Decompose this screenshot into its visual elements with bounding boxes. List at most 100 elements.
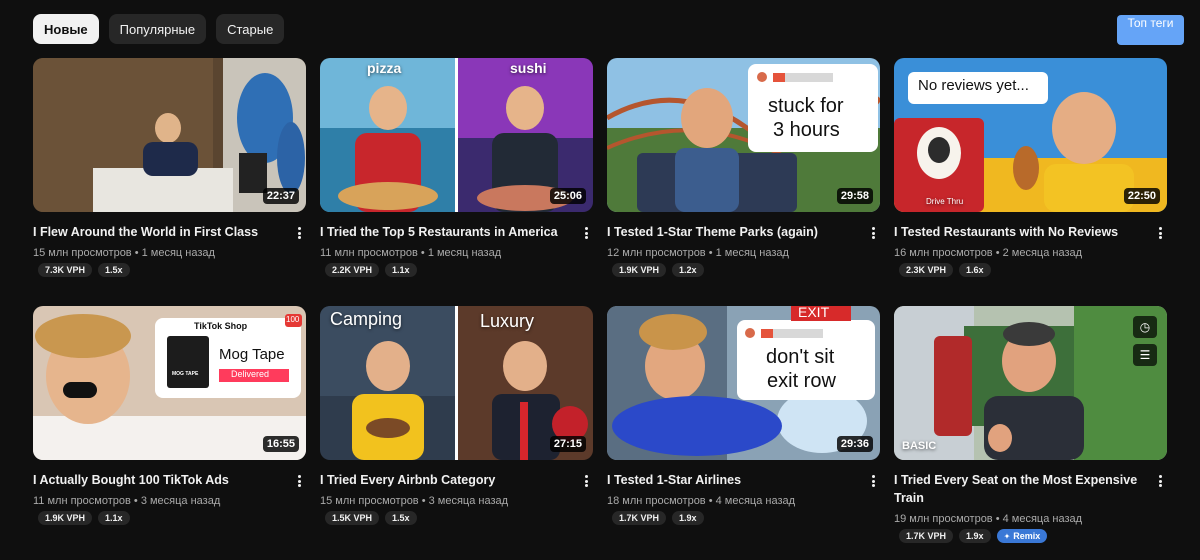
clock-icon[interactable]: ◷ xyxy=(1133,316,1157,338)
ratio-badge: 1.5x xyxy=(385,511,417,525)
video-title[interactable]: I Actually Bought 100 TikTok Ads xyxy=(33,471,278,489)
more-options-icon[interactable] xyxy=(581,224,591,242)
view-count: 11 млн просмотров xyxy=(33,495,131,507)
video-thumbnail[interactable]: stuck for 3 hours 29:58 xyxy=(607,58,880,212)
more-options-icon[interactable] xyxy=(581,472,591,490)
video-title[interactable]: I Tested 1-Star Airlines xyxy=(607,471,852,489)
ratio-badge: 1.2x xyxy=(672,263,704,277)
stats-badges: 1.5K VPH 1.5x xyxy=(325,511,417,525)
more-options-icon[interactable] xyxy=(294,472,304,490)
overlay-label-right: sushi xyxy=(510,60,547,76)
stats-badges: 7.3K VPH 1.5x xyxy=(38,263,130,277)
overlay-basic: BASIC xyxy=(902,440,937,452)
stats-badges: 1.9K VPH 1.1x xyxy=(38,511,130,525)
overlay-count: 100 xyxy=(286,315,300,324)
chip-old[interactable]: Старые xyxy=(216,14,285,44)
video-meta: 18 млн просмотров • 4 месяца назад xyxy=(607,495,796,507)
video-title[interactable]: I Tried Every Seat on the Most Expensive… xyxy=(894,471,1139,507)
video-card[interactable]: 22:37 I Flew Around the World in First C… xyxy=(33,58,306,277)
upload-age: 1 месяц назад xyxy=(141,247,215,259)
vph-badge: 7.3K VPH xyxy=(38,263,93,277)
overlay-line-1: stuck for xyxy=(768,95,844,117)
vph-badge: 1.7K VPH xyxy=(899,529,954,543)
vph-badge: 2.2K VPH xyxy=(325,263,380,277)
view-count: 16 млн просмотров xyxy=(894,247,993,259)
upload-age: 4 месяца назад xyxy=(1002,513,1083,525)
upload-age: 1 месяц назад xyxy=(715,247,789,259)
ratio-badge: 1.6x xyxy=(959,263,991,277)
upload-age: 3 месяца назад xyxy=(140,495,221,507)
video-card[interactable]: TikTok Shop Mog Tape Delivered 100 MOG T… xyxy=(33,306,306,525)
more-options-icon[interactable] xyxy=(1155,224,1165,242)
top-tags-button[interactable]: Топ теги xyxy=(1117,15,1184,45)
overlay-line-1: don't sit xyxy=(766,346,835,368)
more-options-icon[interactable] xyxy=(294,224,304,242)
video-card[interactable]: ◷ ☰ BASIC I Tried Every Seat on the Most… xyxy=(894,306,1167,543)
overlay-line-2: 3 hours xyxy=(773,119,840,141)
stats-badges: 1.9K VPH 1.2x xyxy=(612,263,704,277)
video-meta: 19 млн просмотров • 4 месяца назад xyxy=(894,513,1083,525)
more-options-icon[interactable] xyxy=(1155,472,1165,490)
video-thumbnail[interactable]: No reviews yet... Drive Thru 22:50 xyxy=(894,58,1167,212)
view-count: 11 млн просмотров xyxy=(320,247,418,259)
ratio-badge: 1.1x xyxy=(98,511,130,525)
upload-age: 2 месяца назад xyxy=(1002,247,1083,259)
more-options-icon[interactable] xyxy=(868,472,878,490)
chip-new[interactable]: Новые xyxy=(33,14,99,44)
stats-badges: 1.7K VPH 1.9x xyxy=(612,511,704,525)
remix-button[interactable]: ✦ Remix xyxy=(996,529,1048,543)
vph-badge: 1.5K VPH xyxy=(325,511,380,525)
video-title[interactable]: I Tried the Top 5 Restaurants in America xyxy=(320,223,565,241)
video-duration: 25:06 xyxy=(549,188,586,204)
video-meta: 16 млн просмотров • 2 месяца назад xyxy=(894,247,1083,259)
upload-age: 3 месяца назад xyxy=(428,495,509,507)
more-options-icon[interactable] xyxy=(868,224,878,242)
video-duration: 27:15 xyxy=(549,436,586,452)
video-title[interactable]: I Tested 1-Star Theme Parks (again) xyxy=(607,223,852,241)
view-count: 15 млн просмотров xyxy=(320,495,419,507)
video-card[interactable]: No reviews yet... Drive Thru 22:50 I Tes… xyxy=(894,58,1167,277)
remix-icon: ✦ xyxy=(1003,531,1011,541)
overlay-delivered: Delivered xyxy=(231,369,270,379)
video-duration: 22:37 xyxy=(262,188,299,204)
video-card[interactable]: EXIT don't sit exit row 29:36 I Tested 1… xyxy=(607,306,880,525)
overlay-camping: Camping xyxy=(330,309,403,329)
ratio-badge: 1.9x xyxy=(959,529,991,543)
vph-badge: 1.9K VPH xyxy=(612,263,667,277)
video-thumbnail[interactable]: pizza sushi 25:06 xyxy=(320,58,593,212)
overlay-product-label: MOG TAPE xyxy=(172,371,199,377)
chip-popular[interactable]: Популярные xyxy=(108,14,207,44)
view-count: 19 млн просмотров xyxy=(894,513,993,525)
video-meta: 15 млн просмотров • 3 месяца назад xyxy=(320,495,509,507)
overlay-luxury: Luxury xyxy=(480,311,535,331)
remix-label: Remix xyxy=(1013,531,1041,541)
overlay-label-left: pizza xyxy=(367,60,402,76)
ratio-badge: 1.5x xyxy=(98,263,130,277)
video-thumbnail[interactable]: TikTok Shop Mog Tape Delivered 100 MOG T… xyxy=(33,306,306,460)
video-meta: 15 млн просмотров • 1 месяц назад xyxy=(33,247,215,259)
vph-badge: 1.7K VPH xyxy=(612,511,667,525)
stats-badges: 2.3K VPH 1.6x xyxy=(899,263,991,277)
vph-badge: 1.9K VPH xyxy=(38,511,93,525)
vph-badge: 2.3K VPH xyxy=(899,263,954,277)
video-thumbnail[interactable]: Camping Luxury 27:15 xyxy=(320,306,593,460)
video-duration: 29:36 xyxy=(836,436,873,452)
video-card[interactable]: pizza sushi 25:06 I Tried the Top 5 Rest… xyxy=(320,58,593,277)
video-title[interactable]: I Tested Restaurants with No Reviews xyxy=(894,223,1139,241)
view-count: 18 млн просмотров xyxy=(607,495,706,507)
ratio-badge: 1.1x xyxy=(385,263,417,277)
video-title[interactable]: I Flew Around the World in First Class xyxy=(33,223,278,241)
video-meta: 11 млн просмотров • 3 месяца назад xyxy=(33,495,221,507)
video-card[interactable]: Camping Luxury 27:15 I Tried Every Airbn… xyxy=(320,306,593,525)
video-card[interactable]: stuck for 3 hours 29:58 I Tested 1-Star … xyxy=(607,58,880,277)
queue-icon[interactable]: ☰ xyxy=(1133,344,1157,366)
video-thumbnail[interactable]: EXIT don't sit exit row 29:36 xyxy=(607,306,880,460)
video-duration: 29:58 xyxy=(836,188,873,204)
video-title[interactable]: I Tried Every Airbnb Category xyxy=(320,471,565,489)
video-thumbnail[interactable]: ◷ ☰ BASIC xyxy=(894,306,1167,460)
video-thumbnail[interactable]: 22:37 xyxy=(33,58,306,212)
thumbnail-image xyxy=(894,306,1167,460)
video-meta: 12 млн просмотров • 1 месяц назад xyxy=(607,247,789,259)
video-duration: 22:50 xyxy=(1123,188,1160,204)
upload-age: 1 месяц назад xyxy=(427,247,502,259)
